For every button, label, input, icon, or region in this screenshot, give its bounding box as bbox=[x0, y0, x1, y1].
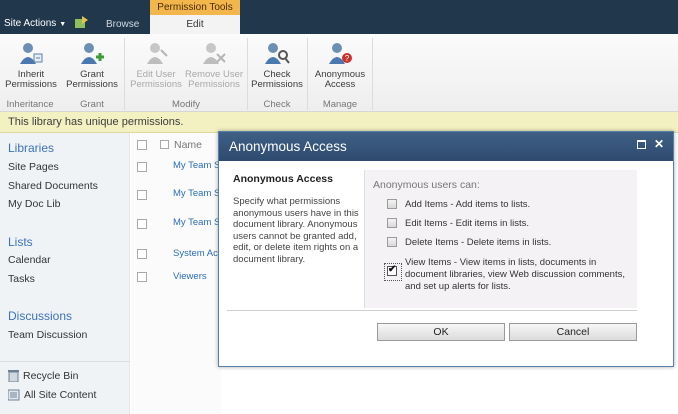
ql-item-my-doc-lib[interactable]: My Doc Lib bbox=[8, 198, 61, 210]
column-header-name[interactable]: Name bbox=[174, 139, 202, 151]
maximize-icon[interactable] bbox=[637, 140, 646, 149]
tab-browse[interactable]: Browse bbox=[106, 19, 139, 30]
ribbon-group-manage: Manage bbox=[322, 99, 358, 110]
ribbon-divider bbox=[307, 38, 308, 110]
checkmark-icon: ✔ bbox=[388, 264, 397, 275]
table-row[interactable]: Viewers bbox=[173, 271, 207, 282]
grant-permissions-button[interactable]: Grant Permissions bbox=[64, 40, 120, 90]
top-bar: Site Actions ▼ Browse Permission Tools Ed… bbox=[0, 0, 678, 35]
ql-heading-libraries[interactable]: Libraries bbox=[8, 141, 54, 155]
anonymous-access-dialog: Anonymous Access ✕ Anonymous Access Spec… bbox=[218, 131, 674, 367]
ribbon-label: Permissions bbox=[5, 79, 57, 90]
chevron-down-icon: ▼ bbox=[59, 21, 67, 28]
ribbon-label: Permissions bbox=[66, 79, 118, 90]
dialog-options-panel: Anonymous users can: Add Items - Add ite… bbox=[365, 170, 637, 308]
dialog-title: Anonymous Access bbox=[229, 139, 347, 154]
table-row[interactable]: My Team S bbox=[173, 188, 220, 199]
navigate-up-icon[interactable] bbox=[75, 16, 88, 28]
ql-item-calendar[interactable]: Calendar bbox=[8, 254, 51, 266]
edit-user-permissions-button[interactable]: Edit User Permissions bbox=[128, 40, 184, 90]
site-actions-menu[interactable]: Site Actions ▼ bbox=[4, 18, 66, 29]
ribbon-group-inheritance: Inheritance bbox=[6, 99, 54, 110]
tab-edit[interactable]: Edit bbox=[150, 15, 240, 35]
ribbon-group-check: Check bbox=[263, 99, 291, 110]
ribbon-label: Permissions bbox=[130, 79, 182, 90]
row-checkbox[interactable] bbox=[137, 249, 147, 259]
check-permissions-button[interactable]: Check Permissions bbox=[250, 40, 304, 90]
dialog-divider bbox=[227, 310, 637, 311]
option-label: Edit Items - Edit items in lists. bbox=[405, 218, 530, 229]
section-description: Specify what permissions anonymous users… bbox=[233, 196, 359, 265]
ribbon-label: Permissions bbox=[251, 79, 303, 90]
ribbon-group-grant: Grant bbox=[80, 99, 104, 110]
ql-heading-lists[interactable]: Lists bbox=[8, 235, 33, 249]
remove-user-permissions-icon bbox=[203, 43, 226, 64]
remove-user-permissions-button[interactable]: Remove User Permissions bbox=[184, 40, 244, 90]
site-content-icon bbox=[7, 389, 20, 401]
status-bar: This library has unique permissions. bbox=[0, 112, 678, 133]
ql-item-shared-documents[interactable]: Shared Documents bbox=[8, 180, 98, 192]
row-checkbox[interactable] bbox=[137, 190, 147, 200]
select-all-checkbox[interactable] bbox=[137, 140, 147, 150]
inherit-permissions-button[interactable]: Inherit Permissions bbox=[3, 40, 59, 90]
dialog-description-panel: Anonymous Access Specify what permission… bbox=[227, 170, 365, 308]
anonymous-access-icon: ? bbox=[329, 43, 352, 64]
option-label: View Items - View items in lists, docume… bbox=[405, 257, 625, 292]
table-row[interactable]: My Team S bbox=[173, 160, 220, 171]
ql-divider bbox=[0, 361, 130, 362]
svg-text:?: ? bbox=[345, 54, 350, 63]
ql-heading-discussions[interactable]: Discussions bbox=[8, 309, 72, 323]
table-row[interactable]: My Team S bbox=[173, 217, 220, 228]
row-checkbox[interactable] bbox=[137, 162, 147, 172]
ql-item-team-discussion[interactable]: Team Discussion bbox=[8, 329, 87, 341]
ql-recycle-bin[interactable]: Recycle Bin bbox=[8, 370, 79, 383]
ribbon-divider bbox=[372, 38, 373, 110]
table-row[interactable]: System Acc bbox=[173, 248, 223, 259]
ribbon-label: Permissions bbox=[188, 79, 240, 90]
contextual-group-label: Permission Tools bbox=[150, 0, 240, 15]
ribbon-group-modify: Modify bbox=[172, 99, 200, 110]
ribbon-divider bbox=[247, 38, 248, 110]
option-label: Delete Items - Delete items in lists. bbox=[405, 237, 552, 248]
add-items-checkbox[interactable] bbox=[387, 199, 397, 209]
edit-user-permissions-icon bbox=[147, 43, 168, 64]
cancel-button[interactable]: Cancel bbox=[509, 323, 637, 341]
quick-launch: Libraries Site Pages Shared Documents My… bbox=[0, 133, 130, 414]
option-label: Add Items - Add items to lists. bbox=[405, 199, 531, 210]
close-icon[interactable]: ✕ bbox=[654, 137, 664, 151]
recycle-bin-icon bbox=[8, 370, 19, 383]
section-title: Anonymous Access bbox=[233, 173, 333, 185]
site-actions-label: Site Actions bbox=[4, 18, 57, 29]
ql-all-site-content-label: All Site Content bbox=[24, 389, 97, 401]
ql-recycle-bin-label: Recycle Bin bbox=[23, 370, 79, 382]
ribbon: Inherit Permissions Grant Permissions Ed… bbox=[0, 34, 678, 112]
ribbon-label: Access bbox=[324, 79, 356, 90]
row-checkbox[interactable] bbox=[137, 219, 147, 229]
ql-all-site-content[interactable]: All Site Content bbox=[7, 389, 97, 401]
ql-item-site-pages[interactable]: Site Pages bbox=[8, 161, 59, 173]
ribbon-divider bbox=[124, 38, 125, 110]
options-header: Anonymous users can: bbox=[373, 179, 480, 191]
check-permissions-icon bbox=[265, 43, 290, 64]
grant-permissions-icon bbox=[81, 43, 104, 64]
ok-button[interactable]: OK bbox=[377, 323, 505, 341]
view-items-checkbox[interactable]: ✔ bbox=[384, 263, 402, 281]
anonymous-access-button[interactable]: ? Anonymous Access bbox=[310, 40, 370, 90]
inherit-permissions-icon bbox=[20, 43, 43, 64]
dialog-title-bar[interactable]: Anonymous Access ✕ bbox=[219, 132, 673, 161]
ql-item-tasks[interactable]: Tasks bbox=[8, 273, 35, 285]
edit-items-checkbox[interactable] bbox=[387, 218, 397, 228]
row-checkbox[interactable] bbox=[137, 272, 147, 282]
header-checkbox[interactable] bbox=[160, 140, 169, 149]
delete-items-checkbox[interactable] bbox=[387, 237, 397, 247]
